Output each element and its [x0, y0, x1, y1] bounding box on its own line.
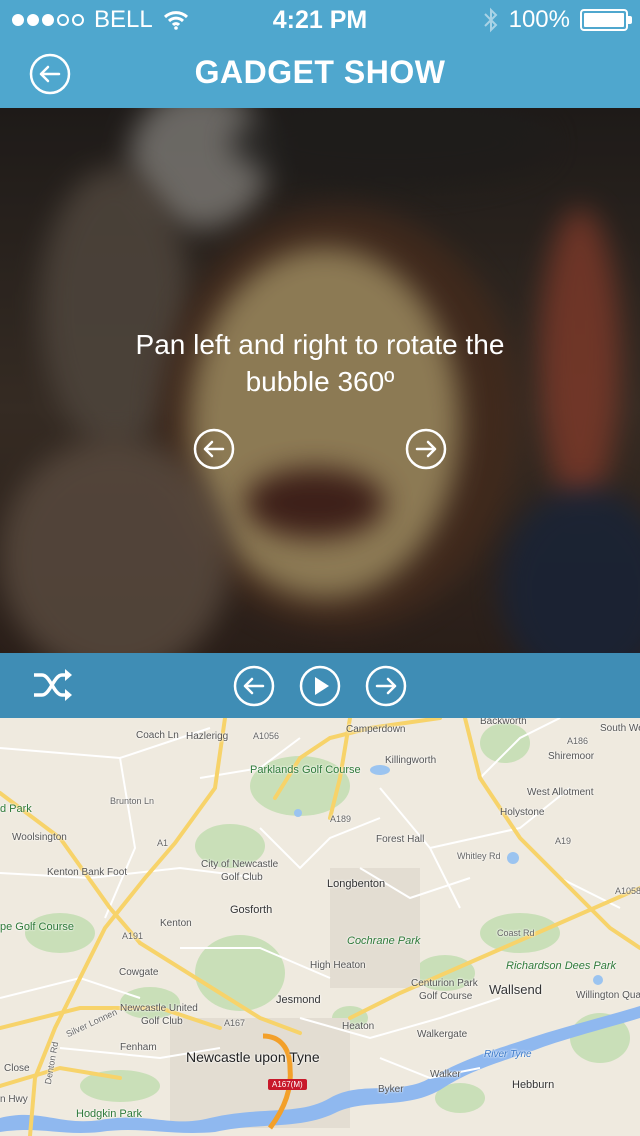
- map-label: Hebburn: [512, 1079, 555, 1091]
- pan-left-arrow-icon[interactable]: [193, 428, 235, 470]
- map-label: Centurion Park: [411, 978, 478, 989]
- map-label: Kenton: [160, 918, 192, 929]
- map-label: d Park: [0, 803, 32, 815]
- map-label: Byker: [378, 1084, 404, 1095]
- play-icon[interactable]: [299, 665, 341, 707]
- map-label: Whitley Rd: [457, 851, 501, 861]
- map-label: Backworth: [480, 718, 527, 727]
- next-icon[interactable]: [365, 665, 407, 707]
- map-label: A1056: [253, 731, 280, 741]
- map-label: A19: [555, 836, 572, 846]
- battery-icon: [580, 9, 632, 31]
- map-label: Brunton Ln: [110, 796, 155, 806]
- map-label: High Heaton: [310, 960, 366, 971]
- map-label: Holystone: [500, 807, 545, 818]
- map-label: A186: [567, 736, 589, 746]
- bubble-photo-viewer[interactable]: Pan left and right to rotate the bubble …: [0, 108, 640, 653]
- map-label: Golf Club: [141, 1016, 183, 1027]
- map-label: Coast Rd: [497, 928, 535, 938]
- map-label: Gosforth: [230, 904, 273, 916]
- map-label: Coach Ln: [136, 730, 179, 741]
- status-bar: BELL 4:21 PM 100%: [0, 0, 640, 40]
- map-label: Jesmond: [276, 994, 321, 1006]
- pan-instruction: Pan left and right to rotate the bubble …: [135, 329, 505, 397]
- page-title: GADGET SHOW: [194, 54, 446, 90]
- map-label: A167: [224, 1018, 246, 1028]
- map-label: Woolsington: [12, 832, 67, 843]
- road-shield: A167(M): [268, 1079, 307, 1090]
- map-label: Cochrane Park: [347, 935, 421, 947]
- map-label: pe Golf Course: [0, 921, 74, 933]
- map-label: West Allotment: [527, 787, 594, 798]
- status-right: 100%: [483, 6, 632, 34]
- map-label: A189: [330, 814, 352, 824]
- map-label: Killingworth: [385, 755, 437, 766]
- map-label: A1: [157, 838, 169, 848]
- map-label: Camperdown: [346, 724, 406, 735]
- map-label: Shiremoor: [548, 751, 595, 762]
- previous-icon[interactable]: [233, 665, 275, 707]
- map-label: Walker: [430, 1069, 461, 1080]
- map-label: South We: [600, 723, 640, 734]
- map-label: City of Newcastle: [201, 859, 279, 870]
- map-label: River Tyne: [484, 1049, 532, 1060]
- map-label: Kenton Bank Foot: [47, 867, 128, 878]
- battery-percent: 100%: [508, 6, 570, 33]
- pan-right-arrow-icon[interactable]: [405, 428, 447, 470]
- map-label: Willington Qua: [576, 990, 640, 1001]
- bluetooth-icon: [483, 7, 498, 33]
- map-label: Close: [4, 1063, 30, 1074]
- map-label: Cowgate: [119, 967, 159, 978]
- map-view[interactable]: Backworth South We Coach Ln Hazlerigg A1…: [0, 718, 640, 1136]
- map-label: Wallsend: [489, 982, 542, 997]
- media-toolbar: [0, 653, 640, 718]
- map-label: n Hwy: [0, 1094, 28, 1105]
- map-label: Golf Club: [221, 872, 263, 883]
- map-label: Hodgkin Park: [76, 1108, 143, 1120]
- map-base: [0, 718, 640, 1136]
- map-label: Walkergate: [417, 1029, 468, 1040]
- map-label: Heaton: [342, 1021, 375, 1032]
- map-label: Richardson Dees Park: [506, 960, 617, 972]
- map-label: Parklands Golf Course: [250, 764, 361, 776]
- map-label: Forest Hall: [376, 834, 425, 845]
- map-label: A1058: [615, 886, 640, 896]
- map-label: Longbenton: [327, 878, 386, 890]
- map-label: Newcastle United: [120, 1003, 198, 1014]
- map-label: Fenham: [120, 1042, 157, 1053]
- shuffle-icon[interactable]: [32, 667, 74, 703]
- map-label: Golf Course: [419, 991, 473, 1002]
- nav-bar: GADGET SHOW: [0, 40, 640, 108]
- map-label: Hazlerigg: [186, 731, 229, 742]
- map-label: Newcastle upon Tyne: [186, 1049, 320, 1065]
- map-label: A191: [122, 931, 144, 941]
